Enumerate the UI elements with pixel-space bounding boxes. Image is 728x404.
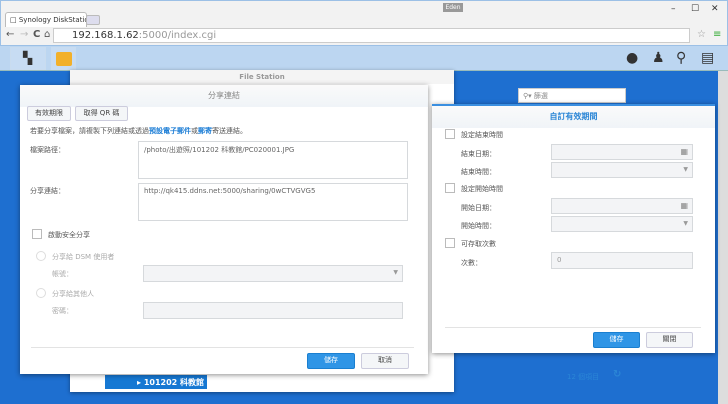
chevron-down-icon: ▼ xyxy=(683,220,688,227)
minimize-icon[interactable]: – xyxy=(671,4,676,14)
share-dsm-label: 分享給 DSM 使用者 xyxy=(52,253,115,261)
browser-tab[interactable]: □ Synology DiskStation - [ ✕ xyxy=(5,12,87,27)
star-icon[interactable]: ☆ xyxy=(697,29,706,40)
file-station-taskbar-button[interactable] xyxy=(51,47,76,70)
end-date-label: 結束日期： xyxy=(461,150,496,158)
tree-item[interactable]: ▸ 101202 科教館 xyxy=(105,375,207,389)
forward-icon[interactable]: → xyxy=(20,29,28,40)
dialog-title: 分享連結 xyxy=(20,85,428,107)
address-bar[interactable]: 192.168.1.62:5000/index.cgi xyxy=(53,28,690,43)
filter-input[interactable]: ⚲▾ 篩選 xyxy=(518,88,626,103)
path-label: 檔案路徑： xyxy=(30,146,65,154)
divider xyxy=(445,327,701,328)
set-end-label: 設定結束時間 xyxy=(461,131,503,139)
back-icon[interactable]: ← xyxy=(6,29,14,40)
secure-share-checkbox[interactable] xyxy=(32,229,42,239)
start-time-select[interactable]: ▼ xyxy=(551,216,693,232)
user-icon[interactable]: ♟ xyxy=(652,50,665,66)
close-button[interactable]: 關閉 xyxy=(646,332,693,348)
tree-item-label: 101202 科教館 xyxy=(143,378,204,387)
link-label: 分享連結： xyxy=(30,187,65,195)
set-start-checkbox[interactable] xyxy=(445,183,455,193)
save-button[interactable]: 儲存 xyxy=(307,353,355,369)
home-icon[interactable]: ⌂ xyxy=(44,29,50,40)
default-email-link[interactable]: 預設電子郵件 xyxy=(149,127,191,135)
validity-period-button[interactable]: 有效期限 xyxy=(27,106,71,121)
item-count: 12 個項目 xyxy=(567,373,600,381)
dsm-taskbar xyxy=(0,46,728,71)
dialog-title: 自訂有效期間 xyxy=(432,106,715,128)
cancel-button[interactable]: 取消 xyxy=(361,353,409,369)
url-host: 192.168.1.62 xyxy=(72,30,139,41)
chevron-down-icon: ▼ xyxy=(683,166,688,173)
instruction-prefix: 若要分享檔案，請複製下列連結或透過 xyxy=(30,127,149,135)
start-time-label: 開始時間： xyxy=(461,222,496,230)
new-tab-button[interactable] xyxy=(86,15,100,25)
password-field[interactable] xyxy=(143,302,403,319)
end-date-field[interactable]: ▦ xyxy=(551,144,693,160)
count-field[interactable]: 0 xyxy=(551,252,693,269)
instruction-or: 或 xyxy=(191,127,198,135)
share-link-dialog: 分享連結 有效期限 取得 QR 碼 若要分享檔案，請複製下列連結或透過預設電子郵… xyxy=(20,85,428,374)
search-icon[interactable]: ⚲ xyxy=(676,50,686,66)
count-label: 次數： xyxy=(461,259,482,267)
reload-icon[interactable]: C xyxy=(33,29,40,40)
window-title: File Station xyxy=(70,70,454,84)
custom-validity-dialog: 自訂有效期間 設定結束時間 結束日期： ▦ 結束時間： ▼ 設定開始時間 開始日… xyxy=(432,104,715,353)
profile-button[interactable]: Eden xyxy=(443,3,463,12)
start-date-label: 開始日期： xyxy=(461,204,496,212)
instruction-text: 若要分享檔案，請複製下列連結或透過預設電子郵件或郵寄寄送連結。 xyxy=(30,126,247,136)
grid-icon: ▚ xyxy=(23,51,33,65)
calendar-icon[interactable]: ▦ xyxy=(680,147,688,156)
set-end-checkbox[interactable] xyxy=(445,129,455,139)
close-icon[interactable]: ✕ xyxy=(711,4,719,14)
divider xyxy=(31,347,414,348)
url-path: :5000/index.cgi xyxy=(138,30,217,41)
refresh-icon[interactable]: ↻ xyxy=(613,369,621,380)
chevron-down-icon: ▼ xyxy=(393,269,398,276)
password-label: 密碼： xyxy=(52,307,73,315)
account-select[interactable]: ▼ xyxy=(143,265,403,282)
notification-icon[interactable]: ● xyxy=(626,50,638,66)
scrollbar[interactable] xyxy=(718,71,728,404)
account-label: 帳號： xyxy=(52,270,73,278)
end-time-label: 結束時間： xyxy=(461,168,496,176)
main-menu-button[interactable]: ▚ xyxy=(10,47,46,70)
set-start-label: 設定開始時間 xyxy=(461,185,503,193)
mail-link[interactable]: 郵寄 xyxy=(198,127,212,135)
share-dsm-radio[interactable] xyxy=(36,251,46,261)
tab-title: Synology DiskStation - [ xyxy=(18,16,86,24)
folder-icon xyxy=(56,52,72,66)
access-count-checkbox[interactable] xyxy=(445,238,455,248)
instruction-suffix: 寄送連結。 xyxy=(212,127,247,135)
save-button[interactable]: 儲存 xyxy=(593,332,640,348)
widgets-icon[interactable]: ▤ xyxy=(701,50,714,66)
access-count-label: 可存取次數 xyxy=(461,240,496,248)
maximize-icon[interactable]: ☐ xyxy=(691,4,699,14)
filter-placeholder: 篩選 xyxy=(533,92,548,100)
calendar-icon[interactable]: ▦ xyxy=(680,201,688,210)
end-time-select[interactable]: ▼ xyxy=(551,162,693,178)
share-others-label: 分享給其他人 xyxy=(52,290,94,298)
share-link-field[interactable]: http://qk415.ddns.net:5000/sharing/0wCTV… xyxy=(138,183,408,221)
start-date-field[interactable]: ▦ xyxy=(551,198,693,214)
menu-icon[interactable]: ≡ xyxy=(713,29,721,40)
secure-share-label: 啟動安全分享 xyxy=(48,231,90,239)
get-qr-code-button[interactable]: 取得 QR 碼 xyxy=(75,106,128,121)
share-others-radio[interactable] xyxy=(36,288,46,298)
file-path-field[interactable]: /photo/出遊照/101202 科教館/PC020001.JPG xyxy=(138,141,408,179)
